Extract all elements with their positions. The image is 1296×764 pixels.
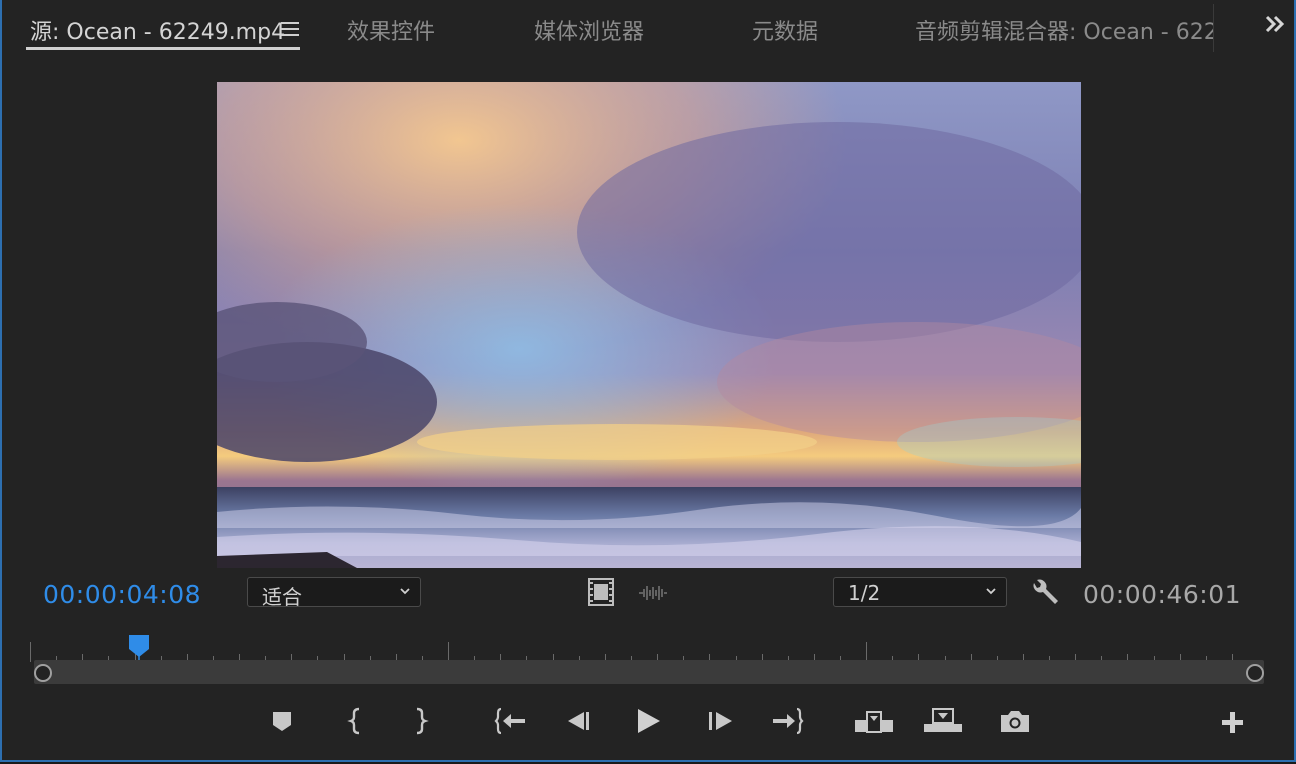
mark-out-button[interactable]	[403, 706, 437, 736]
active-tab-indicator	[26, 47, 300, 50]
add-marker-button[interactable]	[265, 706, 299, 736]
playhead[interactable]	[128, 634, 150, 660]
tab-bar: 源: Ocean - 62249.mp4 效果控件 媒体浏览器 元数据 音频剪辑…	[2, 0, 1294, 56]
time-ruler[interactable]	[28, 632, 1262, 662]
go-to-in-icon	[494, 707, 525, 735]
tab-audio-clip-mixer[interactable]: 音频剪辑混合器: Ocean - 62249.mp4	[915, 14, 1213, 46]
plus-icon[interactable]	[1216, 706, 1250, 736]
go-to-in-button[interactable]	[494, 706, 528, 736]
zoom-start-handle[interactable]	[34, 664, 52, 682]
mark-out-icon	[416, 707, 429, 735]
insert-icon	[855, 711, 893, 733]
duration-timecode: 00:00:46:01	[1083, 580, 1242, 609]
go-to-out-icon	[773, 707, 804, 735]
tab-divider	[1213, 4, 1214, 52]
zoom-fit-select[interactable]: 适合	[247, 577, 421, 609]
marker-icon	[273, 712, 291, 731]
zoom-fit-value: 适合	[262, 585, 302, 609]
tab-source[interactable]: 源: Ocean - 62249.mp4	[30, 14, 285, 46]
mark-in-button[interactable]	[339, 706, 373, 736]
resolution-select[interactable]: 1/2	[833, 577, 1007, 607]
go-to-out-button[interactable]	[770, 706, 804, 736]
chevron-down-icon	[986, 588, 996, 595]
zoom-end-handle[interactable]	[1246, 664, 1264, 682]
play-button[interactable]	[632, 706, 666, 736]
zoom-scroll-bar[interactable]	[34, 660, 1264, 684]
hamburger-menu-icon[interactable]	[281, 22, 299, 36]
mark-in-icon	[347, 707, 360, 735]
export-frame-button[interactable]	[998, 706, 1032, 736]
resolution-value: 1/2	[848, 581, 881, 605]
overwrite-button[interactable]	[923, 706, 963, 736]
tab-media-browser[interactable]: 媒体浏览器	[534, 14, 644, 46]
play-icon	[638, 709, 660, 733]
chevron-down-icon	[400, 588, 410, 595]
tab-metadata[interactable]: 元数据	[752, 14, 818, 46]
double-chevron-right-icon[interactable]	[1264, 14, 1286, 40]
tab-effect-controls[interactable]: 效果控件	[347, 14, 435, 46]
ruler-tick	[866, 642, 868, 662]
insert-button[interactable]	[854, 706, 894, 736]
source-monitor-panel: 源: Ocean - 62249.mp4 效果控件 媒体浏览器 元数据 音频剪辑…	[0, 0, 1296, 762]
step-back-button[interactable]	[562, 706, 596, 736]
current-timecode[interactable]: 00:00:04:08	[43, 580, 201, 609]
video-preview	[217, 82, 1081, 568]
audio-waveform-icon[interactable]	[638, 584, 668, 606]
ruler-tick	[30, 642, 31, 662]
step-forward-button[interactable]	[704, 706, 738, 736]
step-back-icon	[568, 712, 589, 730]
step-forward-icon	[709, 712, 732, 730]
film-strip-icon[interactable]	[588, 578, 614, 610]
overwrite-icon	[924, 708, 962, 732]
ruler-tick	[448, 642, 450, 662]
camera-icon	[1001, 711, 1029, 732]
wrench-icon[interactable]	[1030, 579, 1060, 611]
